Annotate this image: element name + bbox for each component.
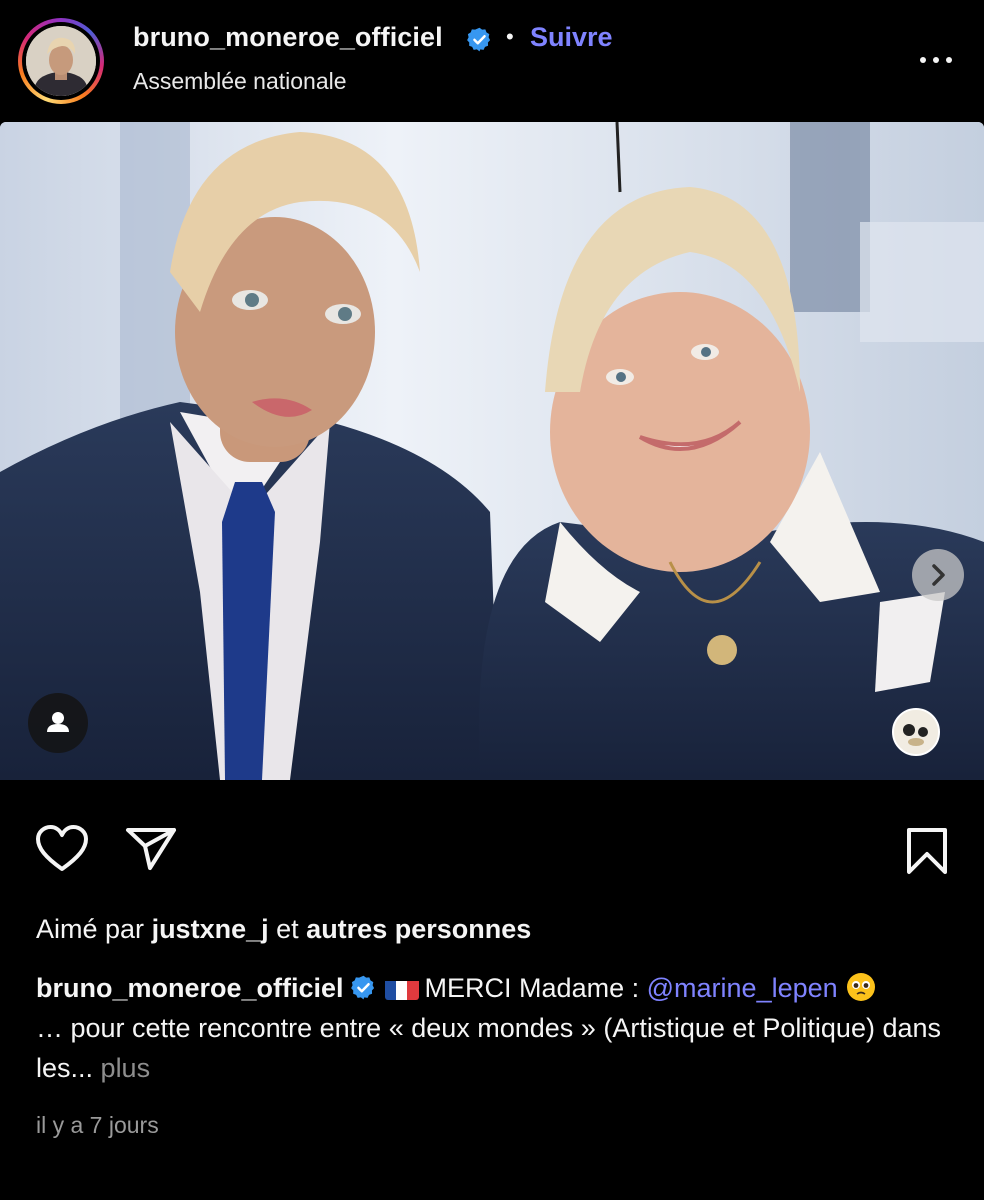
verified-badge-icon [467, 27, 491, 52]
likes-others[interactable]: autres personnes [306, 914, 531, 944]
send-icon [126, 828, 176, 870]
share-button[interactable] [124, 824, 178, 874]
location-label[interactable]: Assemblée nationale [133, 68, 347, 95]
post-timestamp: il y a 7 jours [36, 1112, 159, 1138]
heart-icon [36, 825, 88, 871]
save-button[interactable] [904, 826, 950, 876]
caption-text-continued: … pour cette rencontre entre « deux mond… [36, 1013, 942, 1083]
likes-middle: et [276, 914, 299, 944]
like-button[interactable] [35, 824, 89, 874]
caption-more-link[interactable]: plus [101, 1053, 151, 1083]
bookmark-icon [907, 828, 947, 874]
chevron-right-icon [932, 564, 945, 586]
liker-username[interactable]: justxne_j [152, 914, 269, 944]
likes-prefix: Aimé par [36, 914, 145, 944]
follow-button[interactable]: Suivre [530, 22, 613, 53]
tagged-people-button[interactable] [28, 693, 88, 753]
separator-dot: • [506, 24, 514, 49]
username[interactable]: bruno_moneroe_officiel [133, 22, 443, 53]
carousel-next-button[interactable] [912, 549, 964, 601]
france-flag-icon [384, 976, 419, 1000]
post-caption: bruno_moneroe_officiel MERCI Madame : @m… [36, 968, 966, 1088]
mention-link[interactable]: @marine_lepen [647, 973, 838, 1003]
teary-face-icon [846, 973, 875, 1001]
post-image[interactable] [0, 122, 984, 780]
avatar[interactable] [26, 26, 96, 96]
likes-summary[interactable]: Aimé par justxne_j et autres personnes [36, 914, 531, 945]
more-options-icon[interactable] [914, 48, 958, 72]
caption-text: MERCI Madame : [424, 973, 640, 1003]
profile-avatar-ring[interactable] [18, 18, 104, 104]
caption-username[interactable]: bruno_moneroe_officiel [36, 973, 344, 1003]
collaborator-avatar[interactable] [892, 708, 940, 756]
post-header: bruno_moneroe_officiel • Suivre Assemblé… [0, 0, 984, 120]
person-icon [47, 712, 69, 732]
verified-badge-icon [350, 975, 374, 1000]
post-photo-illustration [0, 122, 984, 780]
